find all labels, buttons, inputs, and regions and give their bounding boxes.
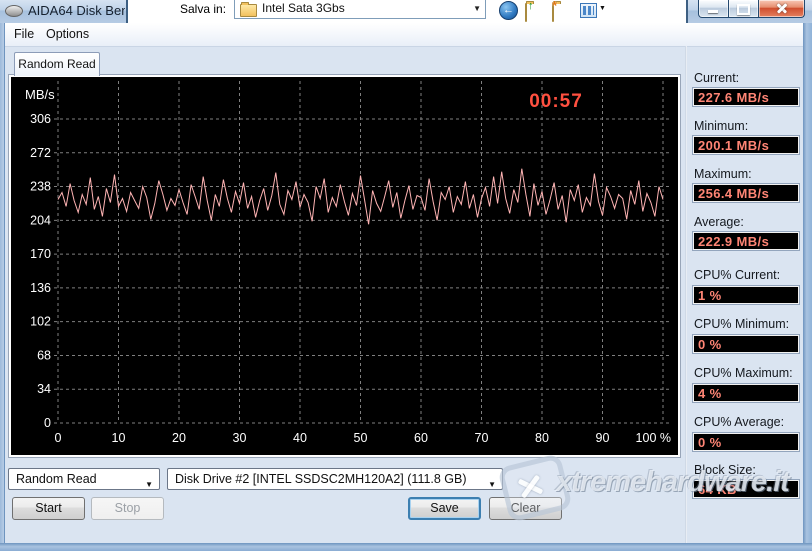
chevron-down-icon: ▼ (145, 480, 153, 489)
stat-value-cpu-minimum: 0 % (693, 335, 799, 353)
up-arrow-icon: ↑ (528, 0, 534, 12)
menu-file[interactable]: File (8, 26, 40, 42)
panel-divider (685, 46, 687, 543)
minimize-button[interactable] (698, 0, 729, 18)
save-dialog-fragment: Salva in: Intel Sata 3Gbs ▼ ← ↑ * ▼ (126, 0, 688, 23)
views-icon[interactable] (580, 3, 597, 18)
maximize-button[interactable] (729, 0, 758, 18)
svg-text:238: 238 (30, 180, 51, 194)
folder-icon (240, 2, 257, 17)
maximize-icon (737, 4, 750, 15)
tab-random-read[interactable]: Random Read (14, 52, 100, 76)
chevron-down-icon[interactable]: ▼ (599, 5, 606, 12)
svg-text:0: 0 (55, 431, 62, 445)
svg-text:50: 50 (354, 431, 368, 445)
svg-text:20: 20 (172, 431, 186, 445)
window-border-bottom (0, 543, 812, 551)
svg-text:40: 40 (293, 431, 307, 445)
svg-text:10: 10 (112, 431, 126, 445)
svg-text:30: 30 (233, 431, 247, 445)
clear-button[interactable]: Clear (489, 497, 562, 520)
svg-text:68: 68 (37, 348, 51, 362)
stat-value-cpu-maximum: 4 % (693, 384, 799, 402)
chevron-down-icon: ▼ (488, 480, 496, 489)
svg-text:60: 60 (414, 431, 428, 445)
stat-label-cpu-maximum: CPU% Maximum: (694, 366, 793, 380)
menu-options[interactable]: Options (40, 26, 95, 42)
stat-label-current: Current: (694, 71, 740, 85)
window-border-left (0, 23, 5, 543)
back-icon[interactable]: ← (499, 1, 518, 20)
start-button[interactable]: Start (12, 497, 85, 520)
stat-label-average: Average: (694, 215, 744, 229)
stat-label-block-size: Block Size: (694, 463, 756, 477)
minimize-icon (708, 10, 718, 13)
folder-icon (525, 3, 527, 22)
save-location-value: Intel Sata 3Gbs (262, 1, 345, 15)
stat-value-cpu-current: 1 % (693, 286, 799, 304)
window-controls (698, 0, 805, 18)
svg-text:136: 136 (30, 281, 51, 295)
new-folder-icon[interactable]: * (552, 0, 557, 22)
test-type-value: Random Read (16, 472, 97, 486)
stat-value-cpu-average: 0 % (693, 433, 799, 451)
save-in-label: Salva in: (180, 2, 227, 16)
stat-label-cpu-average: CPU% Average: (694, 415, 785, 429)
x-icon (517, 478, 544, 495)
stat-label-minimum: Minimum: (694, 119, 749, 133)
stat-value-minimum: 200.1 MB/s (693, 136, 799, 154)
svg-text:90: 90 (596, 431, 610, 445)
svg-text:34: 34 (37, 382, 51, 396)
svg-text:MB/s: MB/s (25, 87, 55, 102)
x-icon (520, 474, 541, 499)
svg-text:100 %: 100 % (636, 431, 671, 445)
new-marker-icon: * (551, 0, 557, 13)
svg-text:102: 102 (30, 315, 51, 329)
stat-value-block-size: 64 KB (693, 480, 799, 498)
benchmark-chart: 0 10 20 30 40 50 60 70 80 90 100 %3062722382041701… (25, 81, 671, 445)
svg-text:272: 272 (30, 146, 51, 160)
drive-value: Disk Drive #2 [INTEL SSDSC2MH120A2] (111… (175, 472, 467, 486)
drive-select[interactable]: Disk Drive #2 [INTEL SSDSC2MH120A2] (111… (167, 468, 503, 490)
svg-text:170: 170 (30, 247, 51, 261)
svg-text:80: 80 (535, 431, 549, 445)
stat-label-cpu-minimum: CPU% Minimum: (694, 317, 790, 331)
stat-value-average: 222.9 MB/s (693, 232, 799, 250)
title-bar-left: AIDA64 Disk Bench (5, 3, 125, 18)
svg-text:00:57: 00:57 (529, 91, 583, 112)
stat-value-current: 227.6 MB/s (693, 88, 799, 106)
svg-text:204: 204 (30, 213, 51, 227)
window-border-right (803, 23, 812, 543)
stat-label-maximum: Maximum: (694, 167, 752, 181)
chart-plot-area: 0 10 20 30 40 50 60 70 80 90 100 % 306 272 238 204 170 1… (11, 77, 678, 455)
stat-value-maximum: 256.4 MB/s (693, 184, 799, 202)
svg-text:0: 0 (44, 416, 51, 430)
stop-button[interactable]: Stop (91, 497, 164, 520)
svg-text:70: 70 (475, 431, 489, 445)
aida64-disk-benchmark-window: AIDA64 Disk Bench Salva in: Intel Sata 3… (0, 0, 812, 551)
chevron-down-icon[interactable]: ▼ (473, 4, 481, 13)
save-location-combobox[interactable]: Intel Sata 3Gbs ▼ (234, 0, 486, 19)
close-button[interactable] (758, 0, 805, 18)
stat-label-cpu-current: CPU% Current: (694, 268, 781, 282)
chart-frame: 0 10 20 30 40 50 60 70 80 90 100 % 306 272 238 204 170 1… (8, 74, 681, 458)
disk-icon (5, 4, 23, 17)
window-title: AIDA64 Disk Bench (28, 3, 125, 18)
save-button[interactable]: Save (408, 497, 481, 520)
svg-text:306: 306 (30, 112, 51, 126)
up-folder-icon[interactable]: ↑ (525, 0, 534, 22)
test-type-select[interactable]: Random Read ▼ (8, 468, 160, 490)
menu-bar: File Options (4, 23, 803, 47)
